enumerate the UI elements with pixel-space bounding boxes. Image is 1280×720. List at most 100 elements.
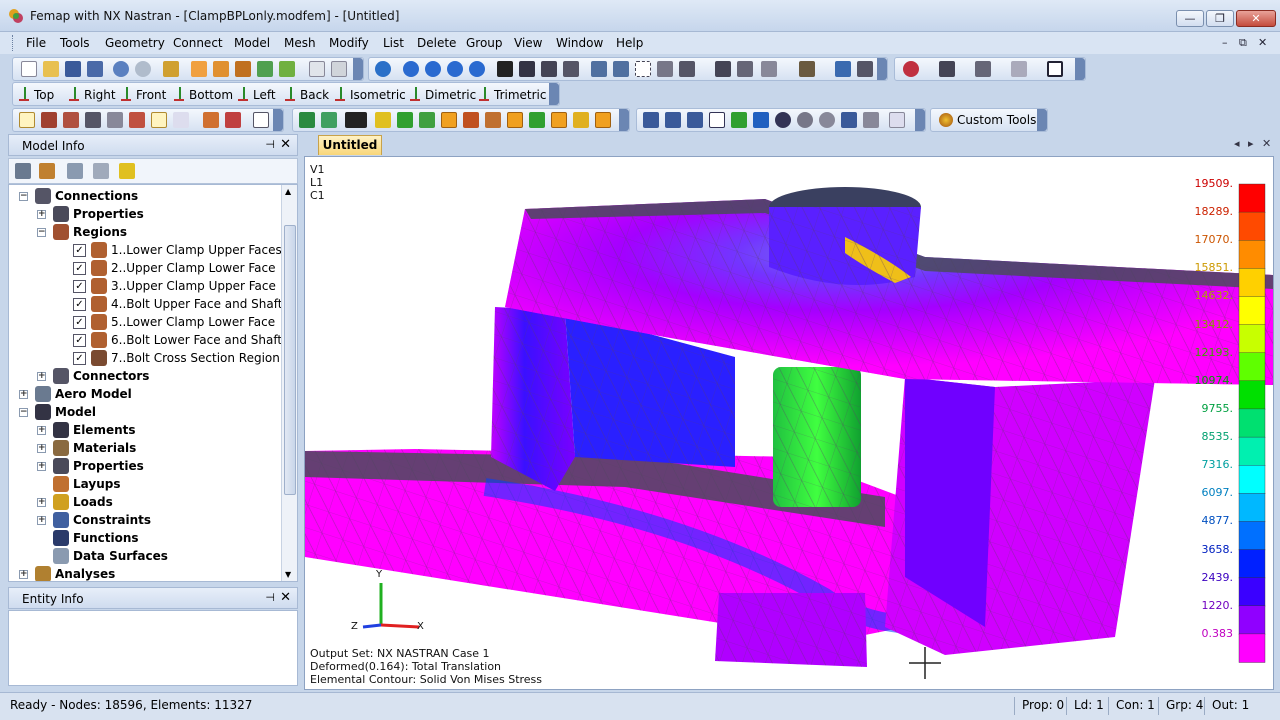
mdi-close-button[interactable]: ✕ [1258, 36, 1267, 49]
entity-editor-icon[interactable] [203, 112, 219, 128]
mesh-align-icon[interactable] [643, 112, 659, 128]
tree-expander-icon[interactable]: + [37, 444, 46, 453]
picture-save-icon[interactable] [257, 61, 273, 77]
close-window-button[interactable]: ✕ [1236, 10, 1276, 27]
status-group[interactable]: Grp: 4 [1166, 696, 1203, 716]
group-brace-icon[interactable] [775, 112, 791, 128]
scroll-down-arrow-icon[interactable]: ▼ [285, 570, 291, 579]
text-icon[interactable] [441, 112, 457, 128]
charting-pane-icon[interactable] [85, 112, 101, 128]
mesh-control-icon[interactable] [687, 112, 703, 128]
tab-next-icon[interactable]: ▸ [1248, 137, 1254, 150]
pin-icon[interactable]: ⊣ [265, 138, 275, 151]
view-top-button[interactable]: Top [19, 87, 54, 102]
select-toolbar-options[interactable] [1075, 58, 1085, 80]
tab-close-icon[interactable]: ✕ [1262, 137, 1271, 150]
picture-export-icon[interactable] [279, 61, 295, 77]
view-right-button[interactable]: Right [69, 87, 116, 102]
tree-show-icon[interactable] [93, 163, 109, 179]
tab-prev-icon[interactable]: ◂ [1234, 137, 1240, 150]
print-icon[interactable] [331, 61, 347, 77]
menu-geometry[interactable]: Geometry [105, 36, 165, 50]
tree-expander-icon[interactable]: + [37, 462, 46, 471]
tree-expander-icon[interactable]: + [37, 210, 46, 219]
surfaces-icon[interactable] [419, 112, 435, 128]
view-options-icon[interactable] [737, 61, 753, 77]
connections-display-icon[interactable] [595, 112, 611, 128]
view-select-icon[interactable] [715, 61, 731, 77]
rotate-left-icon[interactable] [403, 61, 419, 77]
tree-scroll-thumb[interactable] [284, 225, 296, 495]
view-dimetric-button[interactable]: Dimetric [410, 87, 476, 102]
meshing-toolbox-icon[interactable] [41, 112, 57, 128]
model-info-pane-icon[interactable] [19, 112, 35, 128]
api-pane-icon[interactable] [173, 112, 189, 128]
curves-icon[interactable] [397, 112, 413, 128]
entity-info-close-icon[interactable]: ✕ [280, 590, 291, 605]
view-bottom-button[interactable]: Bottom [174, 87, 233, 102]
loads-display-icon[interactable] [551, 112, 567, 128]
zoom-box-icon[interactable] [635, 61, 651, 77]
status-prop[interactable]: Prop: 0 [1022, 696, 1064, 716]
tree-expander-icon[interactable]: − [19, 408, 28, 417]
menu-connect[interactable]: Connect [173, 36, 223, 50]
menu-model[interactable]: Model [234, 36, 270, 50]
program-file-icon[interactable] [225, 112, 241, 128]
list-options-icon[interactable] [889, 112, 905, 128]
status-output[interactable]: Out: 1 [1212, 696, 1249, 716]
tree-checkbox[interactable]: ✓ [73, 316, 86, 329]
panes-toolbar-options[interactable] [273, 109, 283, 131]
messages-icon[interactable] [129, 112, 145, 128]
solids-icon[interactable] [463, 112, 479, 128]
render-mode-icon[interactable] [761, 61, 777, 77]
menu-file[interactable]: File [26, 36, 46, 50]
rotate-up-icon[interactable] [447, 61, 463, 77]
view-center-icon[interactable] [679, 61, 695, 77]
graphics-viewport[interactable]: V1 L1 C1 Y Z X Output Set: NX NASTRAN Ca… [304, 156, 1274, 690]
status-load[interactable]: Ld: 1 [1074, 696, 1104, 716]
save-as-icon[interactable] [87, 61, 103, 77]
zoom-fit-icon[interactable] [519, 61, 535, 77]
print-setup-icon[interactable] [309, 61, 325, 77]
show-when-selected-icon[interactable] [345, 112, 367, 128]
custom-tools-button[interactable]: Custom Tools [939, 113, 1036, 127]
tree-checkbox[interactable]: ✓ [73, 244, 86, 257]
tree-filter-icon[interactable] [67, 163, 83, 179]
tree-expander-icon[interactable]: + [37, 498, 46, 507]
view-back-button[interactable]: Back [285, 87, 329, 102]
redo-icon[interactable] [135, 61, 151, 77]
entity-display-toolbar-options[interactable] [619, 109, 629, 131]
scroll-up-arrow-icon[interactable]: ▲ [285, 187, 291, 196]
views-toolbar-options[interactable] [549, 83, 559, 105]
quick-hide-icon[interactable] [375, 112, 391, 128]
zoom-out-icon[interactable] [613, 61, 629, 77]
tree-checkbox[interactable]: ✓ [73, 334, 86, 347]
tree-expander-icon[interactable]: + [37, 516, 46, 525]
mesh-blue-icon[interactable] [753, 112, 769, 128]
tree-checkbox[interactable]: ✓ [73, 280, 86, 293]
group-options-icon[interactable] [797, 112, 813, 128]
menu-view[interactable]: View [514, 36, 542, 50]
status-constraint[interactable]: Con: 1 [1116, 696, 1155, 716]
rebuild-icon[interactable] [163, 61, 179, 77]
view-orient-toolbar-options[interactable] [877, 58, 887, 80]
menu-list[interactable]: List [383, 36, 404, 50]
tree-expander-icon[interactable]: − [37, 228, 46, 237]
undo-icon[interactable] [113, 61, 129, 77]
tree-expander-icon[interactable]: + [19, 570, 28, 579]
tree-scrollbar[interactable]: ▲ ▼ [281, 185, 297, 581]
minimize-button[interactable]: — [1176, 10, 1204, 27]
zoom-region-icon[interactable] [657, 61, 673, 77]
view-visibility-icon[interactable] [863, 112, 879, 128]
menu-help[interactable]: Help [616, 36, 643, 50]
menu-modify[interactable]: Modify [329, 36, 369, 50]
deform-icon[interactable] [857, 61, 873, 77]
layer-icon[interactable] [841, 112, 857, 128]
file-toolbar-options[interactable] [353, 58, 363, 80]
tree-expander-icon[interactable]: + [19, 390, 28, 399]
menu-window[interactable]: Window [556, 36, 603, 50]
pane-toggle-icon[interactable] [63, 112, 79, 128]
pick-icon[interactable] [939, 61, 955, 77]
elements-display-icon[interactable] [529, 112, 545, 128]
autoscale-icon[interactable] [375, 61, 391, 77]
